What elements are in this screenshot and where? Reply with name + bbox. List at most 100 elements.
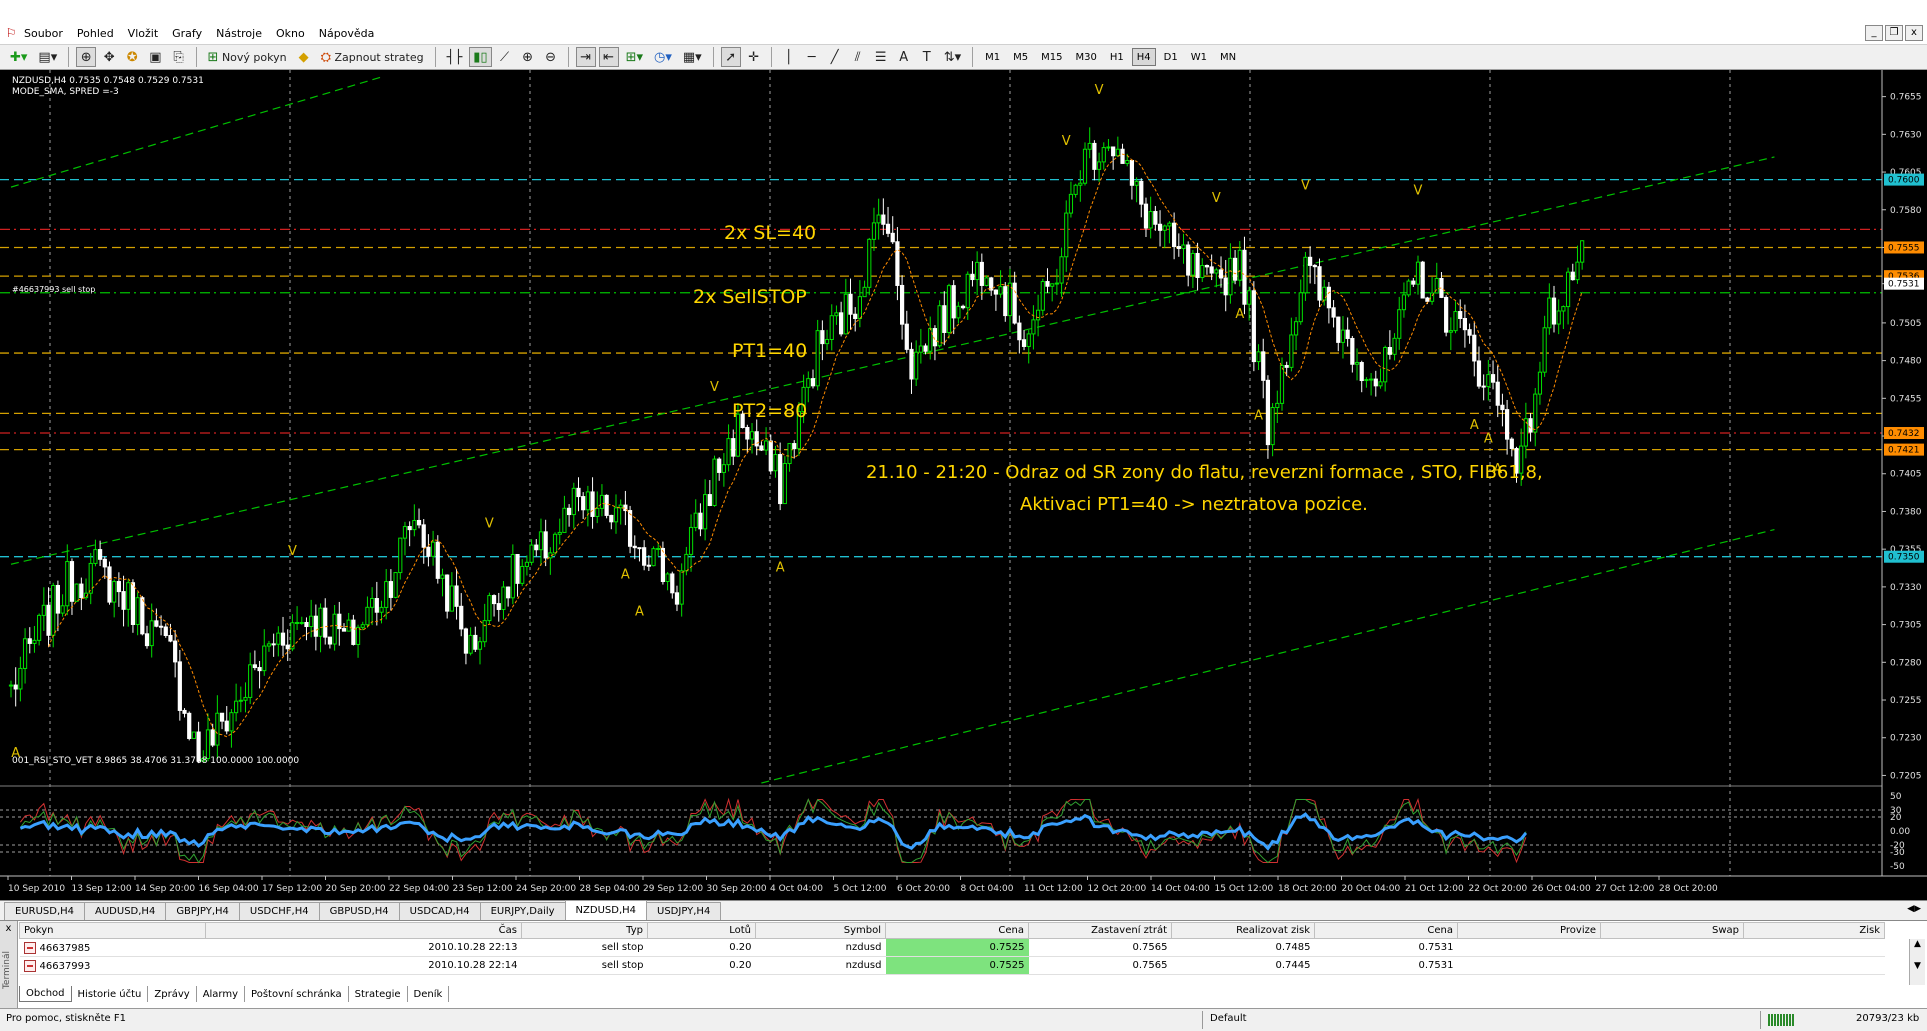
symbol-tab-active[interactable]: NZDUSD,H4 (564, 900, 648, 920)
line-chart-button[interactable]: ⟋ (495, 47, 515, 67)
menu-view[interactable]: Pohled (77, 27, 114, 40)
timeframe-m5[interactable]: M5 (1008, 48, 1033, 66)
crosshair-tool-button[interactable]: ✛ (744, 47, 764, 67)
candle-body (1125, 159, 1130, 164)
terminal-tab-alerts[interactable]: Alarmy (197, 986, 246, 1002)
terminal-button[interactable]: ▣ (145, 47, 165, 67)
menu-tools[interactable]: Nástroje (216, 27, 262, 40)
candle-body (41, 604, 46, 616)
menu-help[interactable]: Nápověda (319, 27, 375, 40)
order-row[interactable]: 46637993 2010.10.28 22:14 sell stop 0.20… (19, 956, 1885, 975)
col-header-current-price[interactable]: Cena (1314, 922, 1458, 939)
menu-insert[interactable]: Vložit (128, 27, 158, 40)
terminal-tab-news[interactable]: Zprávy (148, 986, 197, 1002)
annotation-sellstop: 2x SellSTOP (693, 286, 807, 308)
fibonacci-button[interactable]: ☰ (871, 47, 891, 67)
channel-button[interactable]: ⫽ (848, 47, 868, 67)
candle-body (1453, 311, 1458, 332)
candle-body (1509, 438, 1514, 449)
cursor-tool-button[interactable]: ➚ (720, 47, 741, 67)
scroll-down-icon[interactable]: ▼ (1910, 961, 1925, 971)
menu-window[interactable]: Okno (276, 27, 305, 40)
col-header-stop-loss[interactable]: Zastavení ztrát (1028, 922, 1172, 939)
order-row[interactable]: 46637985 2010.10.28 22:13 sell stop 0.20… (19, 938, 1885, 957)
tab-scroll-arrows-icon[interactable]: ◀▶ (1907, 904, 1921, 914)
terminal-tab-experts[interactable]: Strategie (349, 986, 408, 1002)
menu-charts[interactable]: Grafy (172, 27, 202, 40)
candle-body (1017, 322, 1022, 341)
navigator-button[interactable]: ✥ (99, 47, 119, 67)
zoom-out-button[interactable]: ⊖ (541, 47, 561, 67)
profiles-button[interactable]: ▤▾ (34, 47, 61, 67)
bar-chart-icon: ┤├ (446, 49, 463, 65)
arrows-button[interactable]: ⇅▾ (940, 47, 965, 67)
terminal-tab-journal[interactable]: Deník (408, 986, 450, 1002)
terminal-tab-trade[interactable]: Obchod (19, 986, 72, 1002)
symbol-tab[interactable]: USDJPY,H4 (646, 902, 722, 920)
terminal-tab-history[interactable]: Historie účtu (72, 986, 149, 1002)
candle-body (585, 491, 590, 511)
metaeditor-button[interactable]: ◆ (294, 47, 314, 67)
candle-body (857, 296, 862, 319)
orders-scrollbar[interactable]: ▲ ▼ (1909, 939, 1925, 985)
timeframe-h1[interactable]: H1 (1105, 48, 1129, 66)
col-header-swap[interactable]: Swap (1600, 922, 1744, 939)
symbol-tab[interactable]: USDCHF,H4 (238, 902, 320, 920)
symbol-tab[interactable]: GBPJPY,H4 (165, 902, 240, 920)
col-header-symbol[interactable]: Symbol (755, 922, 886, 939)
text-label-button[interactable]: T (917, 47, 937, 67)
data-window-button[interactable]: ✪ (122, 47, 142, 67)
minimize-button[interactable]: _ (1865, 25, 1883, 41)
timeframe-w1[interactable]: W1 (1186, 48, 1212, 66)
strategy-tester-button[interactable]: ⎘ (169, 47, 189, 67)
close-button[interactable]: x (1905, 25, 1923, 41)
text-tool-button[interactable]: A (894, 47, 914, 67)
terminal-close-button[interactable]: x (0, 923, 17, 934)
candle-body (8, 684, 14, 687)
menu-file[interactable]: Soubor (24, 27, 63, 40)
symbol-tab[interactable]: AUDUSD,H4 (84, 902, 167, 920)
col-header-type[interactable]: Typ (521, 922, 648, 939)
timeframe-m1[interactable]: M1 (980, 48, 1005, 66)
col-header-take-profit[interactable]: Realizovat zisk (1171, 922, 1315, 939)
price-chart[interactable]: AVVAAAVVVVAAV VAAA 0.76550.76300.76050.75… (0, 70, 1927, 900)
templates-button[interactable]: ▦▾ (679, 47, 706, 67)
col-header-time[interactable]: Čas (205, 922, 522, 939)
timeframe-d1[interactable]: D1 (1159, 48, 1183, 66)
zoom-in-button[interactable]: ⊕ (518, 47, 538, 67)
symbol-tab[interactable]: EURJPY,Daily (479, 902, 566, 920)
candlestick-button[interactable]: ▮▯ (469, 47, 492, 67)
symbol-tab[interactable]: USDCAD,H4 (398, 902, 481, 920)
chart-window[interactable]: AVVAAAVVVVAAVVAAA 0.7655 0.7630 0.7605 0.75… (0, 70, 1927, 900)
candle-body (993, 289, 998, 295)
indicators-button[interactable]: ⊞▾ (622, 47, 647, 67)
trendline-button[interactable]: ╱ (825, 47, 845, 67)
timeframe-h4[interactable]: H4 (1131, 48, 1156, 66)
price-tick-label: 0.7380 (1890, 507, 1922, 517)
market-watch-button[interactable]: ⊕ (76, 47, 97, 67)
timeframe-m15[interactable]: M15 (1036, 48, 1067, 66)
autotrading-button[interactable]: ⛭ Zapnout strateg (317, 47, 428, 67)
restore-button[interactable]: ❐ (1885, 25, 1903, 41)
scroll-up-icon[interactable]: ▲ (1910, 939, 1925, 949)
periods-button[interactable]: ◷▾ (650, 47, 676, 67)
col-header-lots[interactable]: Lotů (647, 922, 756, 939)
col-header-price[interactable]: Cena (885, 922, 1029, 939)
vertical-line-button[interactable]: │ (779, 47, 799, 67)
order-take-profit: 0.7485 (1171, 938, 1315, 957)
new-order-button[interactable]: ⊞ Nový pokyn (204, 47, 291, 67)
new-chart-button[interactable]: ✚▾ (6, 47, 31, 67)
bar-chart-button[interactable]: ┤├ (443, 47, 467, 67)
symbol-tab[interactable]: GBPUSD,H4 (318, 902, 400, 920)
col-header-profit[interactable]: Zisk (1743, 922, 1885, 939)
col-header-order[interactable]: Pokyn (19, 922, 206, 939)
col-header-commission[interactable]: Provize (1457, 922, 1601, 939)
terminal-tab-mailbox[interactable]: Poštovní schránka (245, 986, 349, 1002)
symbol-tab[interactable]: EURUSD,H4 (4, 902, 86, 920)
autoscroll-button[interactable]: ⇥ (575, 47, 596, 67)
timeframe-mn[interactable]: MN (1215, 48, 1241, 66)
chart-shift-button[interactable]: ⇤ (598, 47, 619, 67)
candle-body (257, 667, 262, 672)
timeframe-m30[interactable]: M30 (1070, 48, 1101, 66)
horizontal-line-button[interactable]: ─ (802, 47, 822, 67)
